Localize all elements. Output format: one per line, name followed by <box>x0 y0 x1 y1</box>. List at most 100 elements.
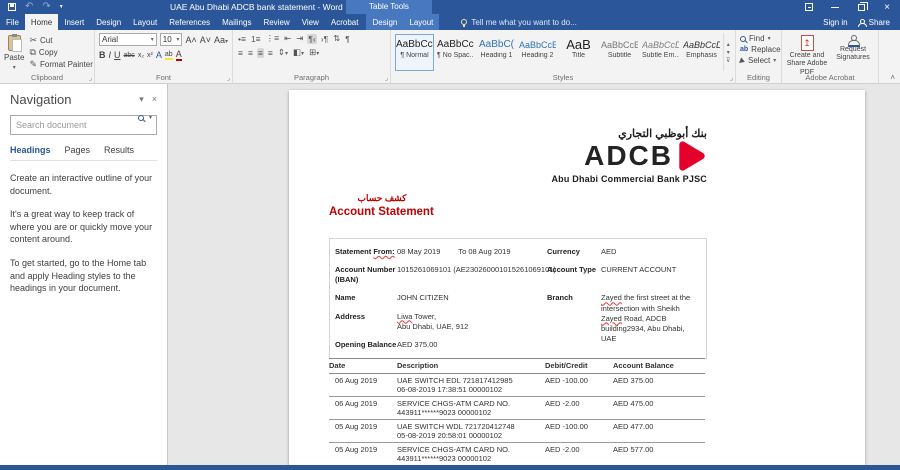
style-item[interactable]: AaBbCcDi Subtle Em... <box>641 34 680 71</box>
restore-button[interactable] <box>848 0 874 14</box>
create-pdf-button[interactable]: ↥ Create and Share Adobe PDF <box>786 33 828 76</box>
ribbon-tab[interactable]: Insert <box>58 14 90 30</box>
multilevel-list-button[interactable]: ⋮≡ <box>265 33 280 44</box>
align-right-button[interactable]: ≡ <box>256 47 264 58</box>
shrink-font-button[interactable]: A˅ <box>200 35 211 45</box>
navigation-tab[interactable]: Headings <box>10 145 51 155</box>
ribbon-tab[interactable]: Design <box>90 14 127 30</box>
styles-dialog-launcher[interactable]: ⌟ <box>730 74 733 82</box>
text-effects-button[interactable]: A <box>156 50 162 60</box>
font-name-combobox[interactable]: Arial ▾ <box>99 33 157 46</box>
ribbon-display-options-button[interactable] <box>796 0 822 14</box>
subscript-button[interactable]: x₂ <box>138 52 144 59</box>
ribbon-tab[interactable]: Mailings <box>216 14 257 30</box>
minimize-button[interactable] <box>822 0 848 14</box>
font-color-button[interactable]: A <box>175 49 182 61</box>
cut-button[interactable]: ✂ Cut <box>29 35 92 46</box>
account-area: Sign in Share <box>823 14 900 30</box>
styles-more-button[interactable]: ⊽ <box>726 57 730 64</box>
bold-button[interactable]: B <box>99 50 106 60</box>
style-name: ¶ No Spac... <box>437 52 474 59</box>
collapse-ribbon-button[interactable]: ˄ <box>890 73 895 82</box>
select-button[interactable]: Select ▾ <box>739 56 777 65</box>
bullets-button[interactable]: •≡ <box>237 34 247 44</box>
paste-button[interactable]: Paste ▾ <box>4 33 24 71</box>
underline-button[interactable]: U <box>114 50 121 60</box>
table-tools-tab[interactable]: Design <box>366 14 403 30</box>
italic-button[interactable]: I <box>109 50 112 60</box>
clipboard-dialog-launcher[interactable]: ⌟ <box>89 74 92 82</box>
ribbon-tab[interactable]: Home <box>24 14 59 30</box>
select-icon <box>739 56 746 65</box>
style-item[interactable]: AaBbCcE Heading 2 <box>518 34 557 71</box>
transaction-description: UAE SWITCH EDL 721817412985 06-08-2019 1… <box>397 376 513 394</box>
lightbulb-icon <box>461 19 468 27</box>
style-item[interactable]: AaBbC( Heading 1 <box>477 34 516 71</box>
navigation-tab[interactable]: Pages <box>65 145 91 155</box>
strikethrough-button[interactable]: abc <box>124 52 135 59</box>
ribbon-tab[interactable]: View <box>296 14 325 30</box>
search-dropdown-icon[interactable]: ▾ <box>149 114 152 121</box>
decrease-indent-button[interactable]: ⇤ <box>283 33 292 44</box>
right-to-left-button[interactable]: ›¶ <box>320 34 329 44</box>
text-highlight-button[interactable]: ab <box>164 51 173 60</box>
align-center-button[interactable]: ≡ <box>247 48 254 58</box>
font-dialog-launcher[interactable]: ⌟ <box>227 74 230 82</box>
navigation-tab[interactable]: Results <box>104 145 134 155</box>
font-size-combobox[interactable]: 10 ▾ <box>159 33 183 46</box>
navigation-options-icon[interactable]: ▾ <box>139 94 144 105</box>
ribbon-tab[interactable]: Layout <box>127 14 163 30</box>
copy-button[interactable]: ⧉ Copy <box>29 48 92 58</box>
styles-up-button[interactable]: ▴ <box>726 41 730 48</box>
paragraph-dialog-launcher[interactable]: ⌟ <box>385 74 388 82</box>
sort-button[interactable]: ⇅ <box>332 33 341 44</box>
save-icon[interactable] <box>8 3 16 11</box>
adcb-logo: بنك أبوظبي التجاري ADCB Abu Dhabi Commer… <box>551 128 707 184</box>
sign-in-link[interactable]: Sign in <box>823 18 847 27</box>
superscript-button[interactable]: x² <box>147 52 153 59</box>
account-type-label: Account Type <box>547 265 597 275</box>
undo-icon[interactable]: ↶ <box>25 2 33 12</box>
styles-down-button[interactable]: ▾ <box>726 49 730 56</box>
navigation-close-icon[interactable]: × <box>152 94 157 105</box>
share-button[interactable]: Share <box>857 18 890 27</box>
redo-icon[interactable]: ↷ <box>42 2 50 12</box>
statement-heading-arabic: كشف حساب <box>357 193 407 203</box>
left-to-right-button[interactable]: ¶‹ <box>307 33 317 44</box>
ribbon-tab[interactable]: File <box>0 14 25 30</box>
find-button[interactable]: Find ▾ <box>740 34 777 43</box>
increase-indent-button[interactable]: ⇥ <box>295 33 304 44</box>
close-button[interactable]: × <box>874 0 900 14</box>
scissors-icon: ✂ <box>29 35 38 45</box>
ribbon-tab[interactable]: References <box>163 14 216 30</box>
grow-font-button[interactable]: A˄ <box>185 35 196 45</box>
align-left-button[interactable]: ≡ <box>237 48 244 58</box>
share-person-icon <box>857 18 867 27</box>
style-item[interactable]: AaBbCcDc ¶ No Spac... <box>436 34 475 71</box>
numbering-button[interactable]: 1≡ <box>250 34 262 44</box>
document-page[interactable]: بنك أبوظبي التجاري ADCB Abu Dhabi Commer… <box>289 90 865 465</box>
qat-customize-icon[interactable]: ▾ <box>60 4 63 10</box>
style-item[interactable]: AaBbCcDc ¶ Normal <box>395 34 434 71</box>
show-formatting-button[interactable]: ¶ <box>344 34 351 44</box>
transaction-balance: AED 477.00 <box>613 422 654 431</box>
table-tools-tab[interactable]: Layout <box>403 14 439 30</box>
ribbon-tab[interactable]: Review <box>257 14 295 30</box>
request-signatures-button[interactable]: Request Signatures <box>832 33 874 71</box>
justify-button[interactable]: ≡ <box>267 48 274 58</box>
style-item[interactable]: AaBbCcE Subtitle <box>600 34 639 71</box>
line-spacing-button[interactable]: ⇕▾ <box>277 47 289 58</box>
change-case-button[interactable]: Aa▾ <box>214 35 228 45</box>
main-area: Navigation ▾ × ▾ Headings Pages Results Cr… <box>0 84 900 465</box>
borders-button[interactable]: ⊞▾ <box>308 47 320 58</box>
tell-me-box[interactable]: Tell me what you want to do... <box>461 14 577 30</box>
shading-button[interactable]: ◧▾ <box>292 47 305 58</box>
format-painter-button[interactable]: ✎ Format Painter <box>29 60 92 70</box>
style-name: Title <box>572 52 585 59</box>
style-item[interactable]: AaBbCcDi Emphasis <box>682 34 721 71</box>
search-icon[interactable] <box>137 114 144 121</box>
search-input[interactable] <box>10 115 157 135</box>
style-item[interactable]: AaB Title <box>559 34 598 71</box>
replace-button[interactable]: ab Replace <box>740 45 781 54</box>
ribbon-tab[interactable]: Acrobat <box>325 14 365 30</box>
